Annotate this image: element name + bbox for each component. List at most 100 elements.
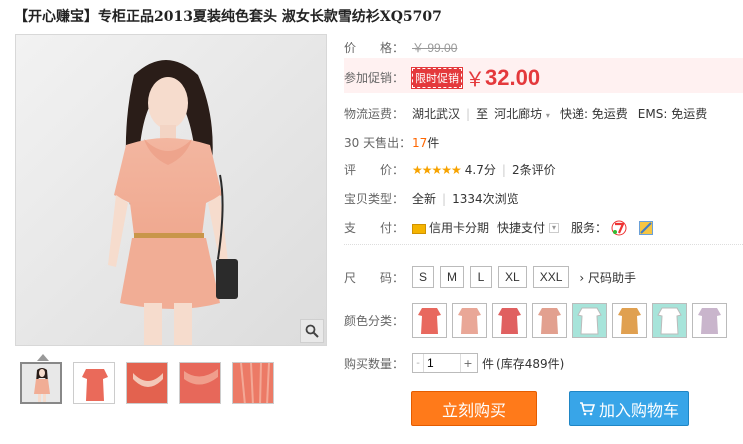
sales-count: 17 [412, 135, 428, 150]
add-to-cart-button[interactable]: 加入购物车 [569, 391, 689, 426]
quantity-stepper[interactable]: - + [412, 353, 478, 373]
promo-price: 32.00 [485, 64, 541, 90]
product-info-panel: 价 格： ￥ 99.00 参加促销： 限时促销 ￥ 32.00 物流运费： 湖北… [344, 0, 743, 444]
quantity-unit: 件 [482, 356, 495, 371]
dress-thumbnail-icon [618, 308, 641, 334]
size-option-xxl[interactable]: XXL [532, 266, 570, 288]
size-option-l[interactable]: L [470, 266, 493, 288]
size-row: 尺 码： S M L XL XXL › 尺码助手 [344, 266, 636, 288]
original-price: ￥ 99.00 [412, 41, 458, 55]
add-to-cart-label: 加入购物车 [598, 400, 679, 420]
promo-badge: 限时促销 [411, 66, 463, 89]
thumbnail-4[interactable] [179, 362, 221, 404]
size-label: 尺 码： [344, 270, 405, 285]
thumbnail-1[interactable] [20, 362, 62, 404]
buy-now-button[interactable]: 立刻购买 [411, 391, 537, 426]
rating-score: 4.7分 [464, 163, 496, 177]
promo-label: 参加促销： [344, 71, 405, 85]
guarantee-icon-graphic [639, 220, 654, 235]
sales-label: 30 天售出： [344, 136, 412, 150]
cart-icon [579, 401, 595, 415]
ship-to-word: 至 [476, 107, 489, 121]
dress-thumbnail-icon [577, 307, 602, 335]
credit-card-icon [412, 223, 426, 234]
dress-thumbnail-icon [418, 308, 441, 334]
shipping-row: 物流运费： 湖北武汉 | 至 河北廊坊 ▾ 快递: 免运费 EMS: 免运费 [344, 105, 707, 122]
color-swatch-2[interactable] [452, 303, 487, 338]
color-swatch-5[interactable] [572, 303, 607, 338]
dress-thumbnail-icon [657, 307, 682, 335]
thumbnail-2[interactable] [73, 362, 115, 404]
dress-thumbnail-icon [538, 308, 561, 334]
size-guide-link[interactable]: › 尺码助手 [579, 269, 636, 286]
dress-thumbnail-icon [498, 308, 521, 334]
item-type-label: 宝贝类型： [344, 192, 405, 206]
view-count: 1334次浏览 [452, 192, 519, 206]
size-option-s[interactable]: S [412, 266, 435, 288]
shipping-label: 物流运费： [344, 107, 405, 121]
size-guide-label: 尺码助手 [588, 270, 637, 285]
star-rating-icon: ★★★★★ [412, 162, 462, 177]
chevron-down-icon: ▾ [545, 111, 550, 120]
promo-price-row: 参加促销： 限时促销 ￥ 32.00 [344, 63, 540, 92]
payment-label: 支 付： [344, 221, 405, 235]
magnifier-icon [305, 324, 319, 338]
quantity-row: 购买数量： - + 件 (库存489件) [344, 353, 564, 373]
thumbnail-5[interactable] [232, 362, 274, 404]
sales-unit: 件 [427, 136, 440, 150]
ship-to-city: 河北廊坊 [494, 107, 543, 121]
reviews-link[interactable]: 2条评价 [512, 161, 556, 178]
ship-from: 湖北武汉 [412, 107, 461, 121]
price-label: 价 格： [344, 41, 405, 55]
dress-thumbnail-icon [698, 308, 721, 334]
credit-installment-link[interactable]: 信用卡分期 [429, 219, 489, 236]
thumbnail-model-image [22, 364, 60, 402]
expand-icon[interactable]: ▾ [549, 222, 560, 233]
payment-row: 支 付： 信用卡分期 快捷支付 ▾ 服务： [344, 219, 654, 236]
quick-pay-link[interactable]: 快捷支付 [497, 219, 545, 236]
thumbnail-pointer [37, 354, 49, 361]
seven-day-return-icon[interactable] [611, 220, 627, 236]
divider-bar: | [442, 191, 447, 206]
thumbnail-dress-front [74, 363, 114, 403]
size-option-m[interactable]: M [440, 266, 465, 288]
chevron-right-icon: › [579, 270, 585, 285]
buy-now-label: 立刻购买 [441, 400, 506, 420]
ems-fee: EMS: 免运费 [637, 107, 708, 121]
thumbnail-collar-detail [127, 363, 167, 403]
size-option-xl[interactable]: XL [498, 266, 527, 288]
quantity-label: 购买数量： [344, 356, 405, 371]
product-photo [16, 35, 326, 345]
thumbnail-pleat-detail [233, 363, 273, 403]
color-swatch-1[interactable] [412, 303, 447, 338]
zoom-button[interactable] [300, 319, 324, 343]
thumbnail-3[interactable] [126, 362, 168, 404]
guarantee-icon[interactable] [639, 220, 654, 235]
seven-day-icon-graphic [611, 220, 627, 235]
divider-bar: | [501, 162, 506, 177]
sales-row: 30 天售出： 17 件 [344, 134, 439, 151]
main-product-image[interactable] [15, 34, 327, 346]
divider-bar: | [466, 106, 471, 121]
color-swatch-4[interactable] [532, 303, 567, 338]
color-swatch-6[interactable] [612, 303, 647, 338]
color-swatch-3[interactable] [492, 303, 527, 338]
thumbnail-fabric-detail [180, 363, 220, 403]
stock-info: (库存489件) [496, 356, 565, 371]
service-label: 服务： [571, 221, 608, 235]
plus-icon[interactable]: + [461, 354, 475, 372]
original-price-row: 价 格： ￥ 99.00 [344, 39, 457, 56]
rating-row: 评 价： ★★★★★ 4.7分 | 2条评价 [344, 161, 556, 178]
rating-label: 评 价： [344, 163, 405, 177]
quantity-input[interactable] [423, 354, 461, 372]
color-swatch-8[interactable] [692, 303, 727, 338]
thumbnail-strip [20, 362, 274, 404]
item-type-row: 宝贝类型： 全新 | 1334次浏览 [344, 190, 519, 207]
ship-to-select[interactable]: 河北廊坊 ▾ [494, 105, 550, 122]
color-label: 颜色分类： [344, 314, 405, 328]
section-divider [344, 244, 743, 245]
color-swatch-7[interactable] [652, 303, 687, 338]
color-swatch-list [412, 303, 732, 338]
express-fee: 快递: 免运费 [559, 107, 628, 121]
minus-icon[interactable]: - [413, 354, 423, 372]
